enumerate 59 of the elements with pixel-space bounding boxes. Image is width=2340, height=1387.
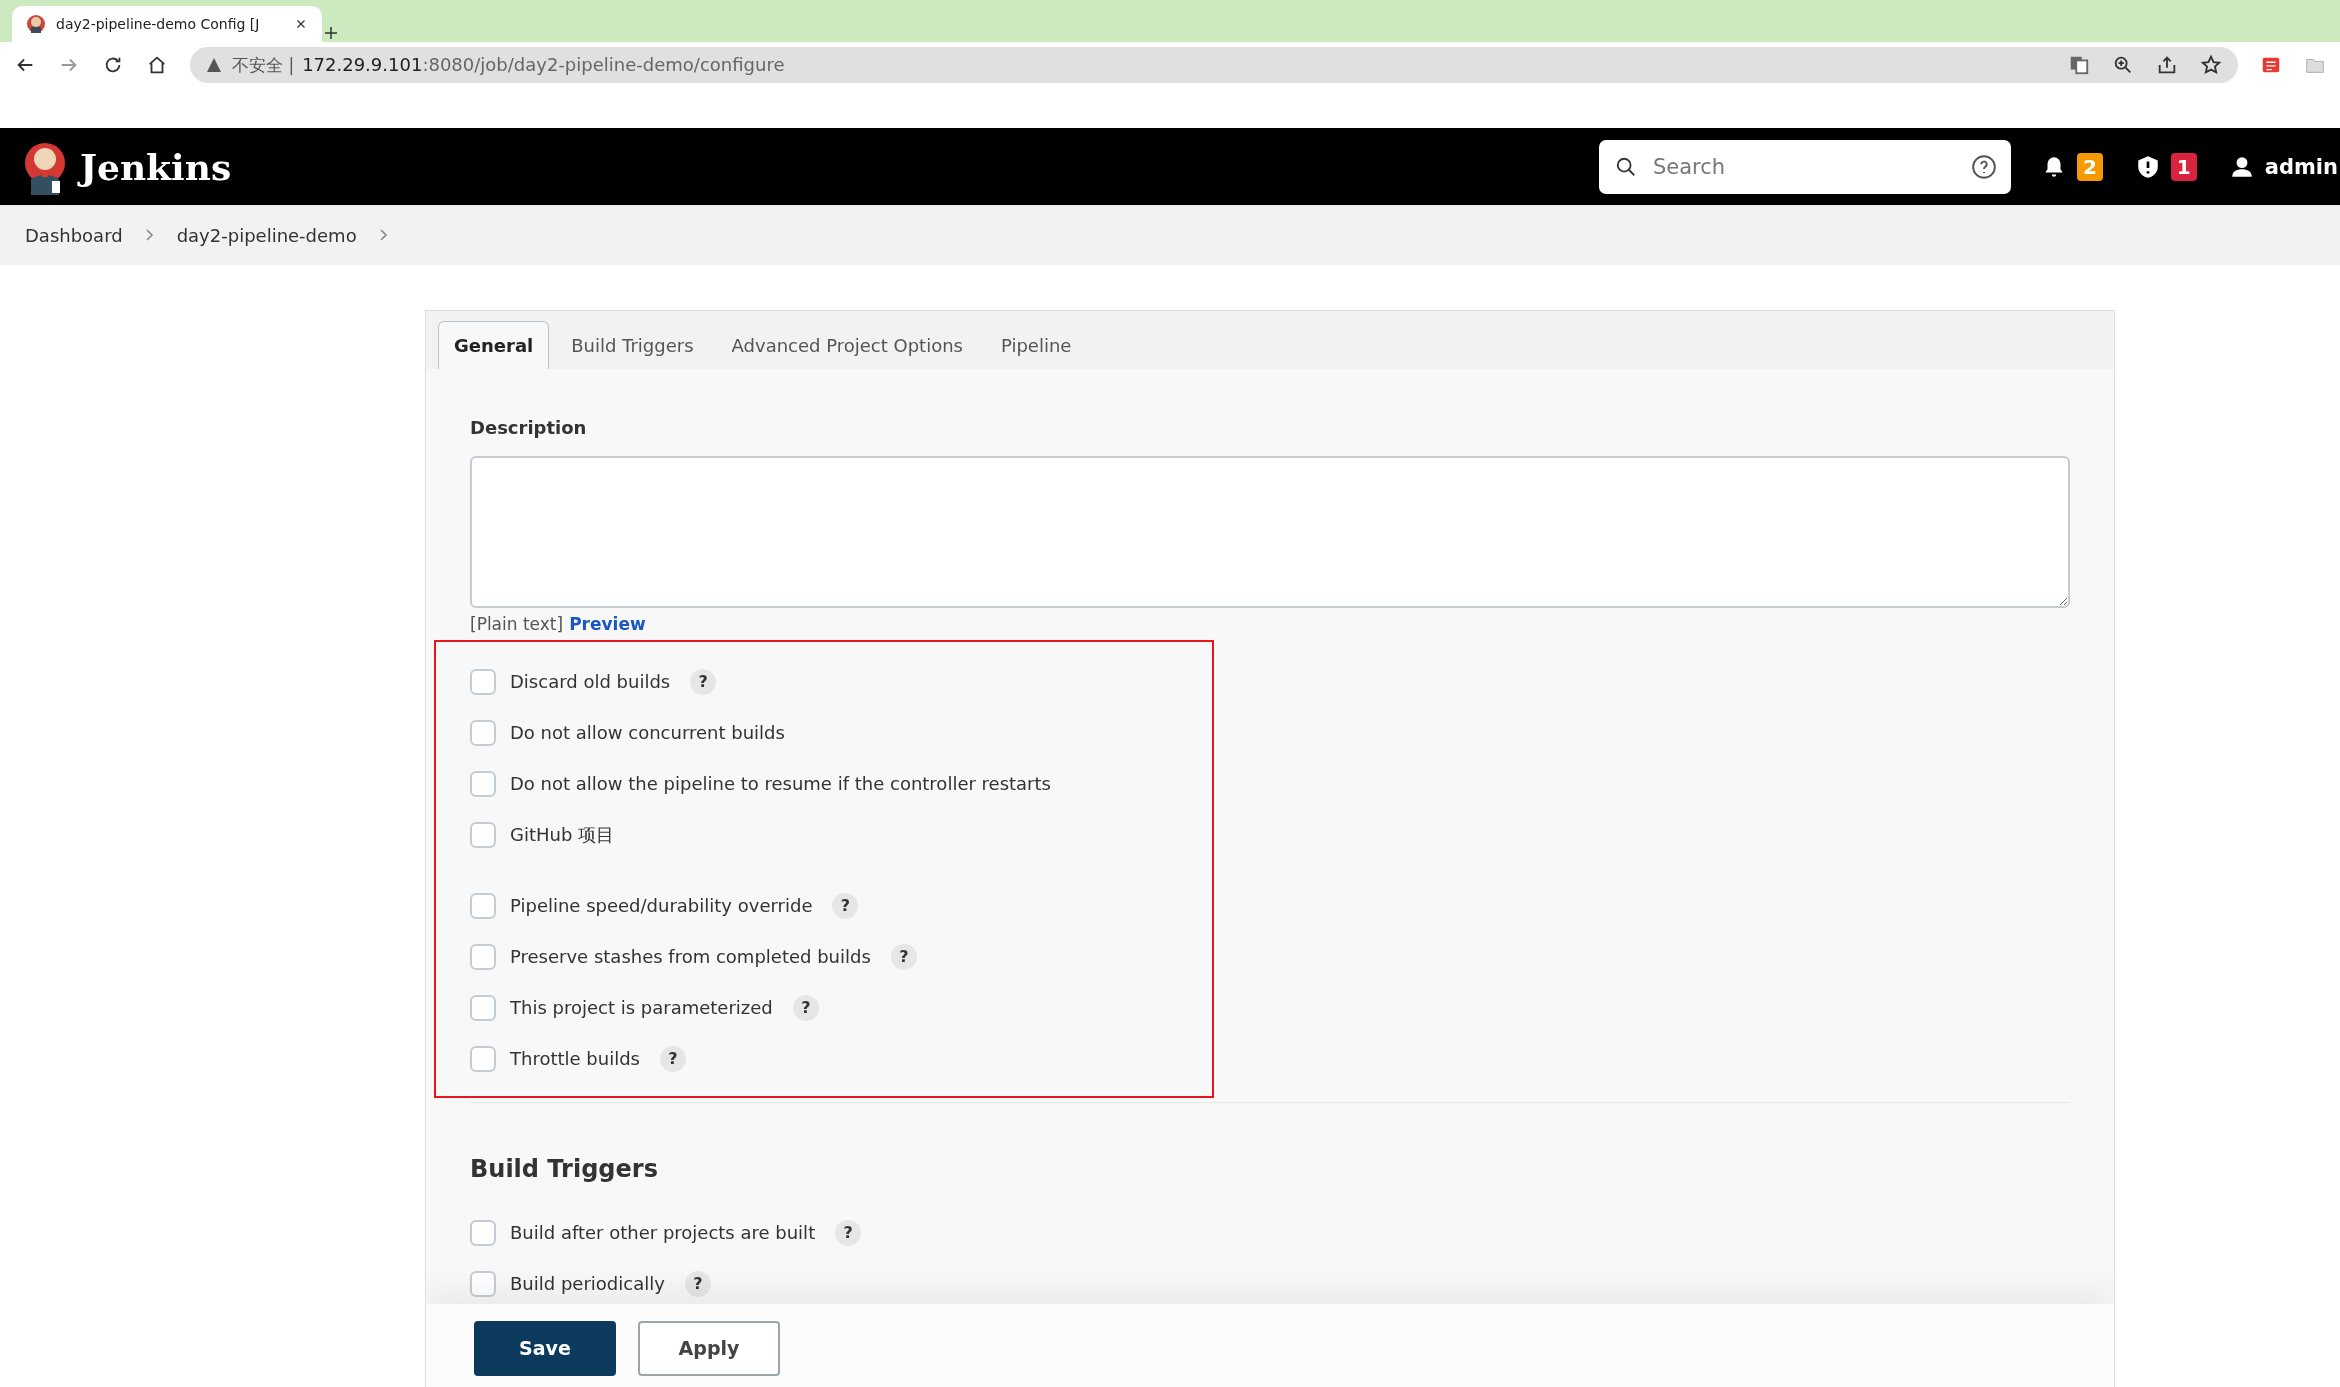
tab-title: day2-pipeline-demo Config [J	[56, 16, 261, 32]
checkbox[interactable]	[470, 1045, 496, 1072]
checkbox[interactable]	[470, 892, 496, 919]
option-label: Preserve stashes from completed builds	[510, 946, 871, 967]
security-label: 不安全 |	[232, 53, 295, 77]
search-icon	[1614, 155, 1637, 178]
zoom-icon[interactable]	[2112, 54, 2134, 76]
help-button[interactable]: ?	[890, 943, 917, 970]
option-label: Build after other projects are built	[510, 1222, 816, 1243]
preview-link[interactable]: Preview	[569, 614, 646, 634]
option-label: Pipeline speed/durability override	[510, 895, 813, 916]
option-label: GitHub 项目	[510, 822, 615, 847]
tab[interactable]: Advanced Project Options	[715, 321, 979, 369]
chevron-icon[interactable]	[144, 228, 155, 242]
checkbox[interactable]	[470, 1270, 496, 1297]
breadcrumb[interactable]: day2-pipeline-demo	[176, 224, 357, 246]
option-label: Build periodically	[510, 1273, 665, 1294]
checkbox[interactable]	[470, 719, 496, 746]
option-label: Throttle builds	[510, 1048, 640, 1069]
new-tab-icon[interactable]	[322, 24, 340, 42]
checkbox[interactable]	[470, 1219, 496, 1246]
option-label: Do not allow the pipeline to resume if the controller restarts	[510, 773, 1051, 794]
tab[interactable]: Build Triggers	[555, 321, 710, 369]
save-button[interactable]: Save	[474, 1320, 616, 1376]
help-button[interactable]: ?	[660, 1045, 686, 1072]
address-bar[interactable]: 不安全 | 172.29.9.101:8080/job/day2-pipeline-demo/configure	[190, 47, 2238, 83]
checkbox[interactable]	[470, 994, 496, 1021]
description-field[interactable]	[470, 456, 2070, 608]
help-button[interactable]: ?	[684, 1270, 711, 1297]
checkbox[interactable]	[470, 821, 496, 848]
warning-icon	[206, 57, 222, 73]
format-note: [Plain text]	[470, 614, 564, 634]
option-label: Do not allow concurrent builds	[510, 722, 785, 743]
tab[interactable]: Pipeline	[984, 321, 1088, 369]
star-icon[interactable]	[2200, 54, 2222, 76]
checkbox[interactable]	[470, 943, 496, 970]
help-button[interactable]: ?	[835, 1219, 862, 1246]
security-count[interactable]: 1	[2170, 152, 2197, 181]
browser-tab[interactable]: day2-pipeline-demo Config [J	[12, 6, 322, 42]
help-icon[interactable]	[1970, 153, 1997, 180]
tab[interactable]: General	[438, 321, 550, 369]
apply-button[interactable]: Apply	[638, 1320, 780, 1376]
butler-icon	[26, 14, 46, 34]
checkbox[interactable]	[470, 668, 496, 695]
chevron-icon[interactable]	[378, 228, 389, 242]
user-name[interactable]: admin	[2264, 154, 2338, 179]
section-title: Build Triggers	[470, 1155, 659, 1183]
help-button[interactable]: ?	[792, 994, 819, 1021]
breadcrumb[interactable]: Dashboard	[25, 224, 123, 246]
option-label: Discard old builds	[510, 671, 671, 692]
help-button[interactable]: ?	[832, 892, 859, 919]
checkbox[interactable]	[470, 770, 496, 797]
share-icon[interactable]	[2156, 54, 2178, 76]
help-button[interactable]: ?	[690, 668, 717, 695]
home-icon[interactable]	[146, 54, 168, 76]
search-field[interactable]: Search	[1598, 139, 2011, 194]
url-text: 172.29.9.101:8080/job/day2-pipeline-demo/configure	[302, 53, 785, 77]
option-label: This project is parameterized	[510, 997, 773, 1018]
field-label: Description	[470, 417, 587, 438]
